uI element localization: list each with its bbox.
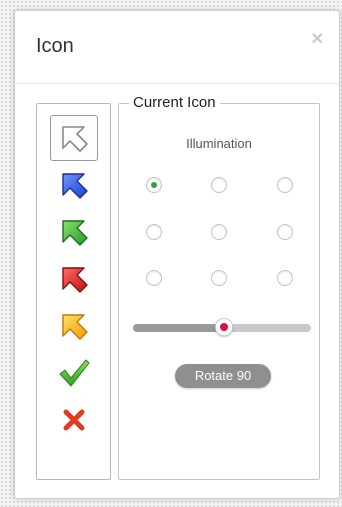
rotation-slider-thumb[interactable] bbox=[214, 318, 233, 336]
illumination-radio-bottom-right[interactable] bbox=[277, 270, 293, 286]
palette-item-pointer-green[interactable] bbox=[50, 209, 98, 255]
palette-item-pointer-white[interactable] bbox=[50, 115, 98, 161]
palette-item-checkmark[interactable] bbox=[50, 350, 98, 396]
illumination-radio-bottom-left[interactable] bbox=[146, 270, 162, 286]
current-icon-legend: Current Icon bbox=[129, 94, 220, 111]
pointer-yellow-icon bbox=[62, 314, 88, 340]
illumination-radio-bottom-center[interactable] bbox=[211, 270, 227, 286]
pointer-green-icon bbox=[62, 220, 88, 246]
palette-item-cross[interactable] bbox=[50, 397, 98, 443]
illumination-radio-top-center[interactable] bbox=[211, 177, 227, 193]
illumination-radio-middle-center[interactable] bbox=[211, 224, 227, 240]
pointer-white-icon bbox=[62, 126, 88, 152]
pointer-blue-icon bbox=[62, 173, 88, 199]
cross-icon bbox=[63, 409, 85, 431]
current-icon-fieldset: Current Icon Illumination Rotate 90 bbox=[118, 94, 320, 480]
dialog-title: Icon bbox=[36, 35, 74, 57]
dialog-header: Icon × bbox=[15, 11, 339, 84]
illumination-radio-middle-left[interactable] bbox=[146, 224, 162, 240]
close-icon[interactable]: × bbox=[311, 29, 323, 49]
rotation-slider[interactable] bbox=[133, 318, 311, 336]
illumination-radio-middle-right[interactable] bbox=[277, 224, 293, 240]
rotation-slider-fill bbox=[133, 324, 224, 332]
checkmark-icon bbox=[59, 359, 90, 387]
illumination-label: Illumination bbox=[186, 136, 252, 151]
illumination-radio-top-right[interactable] bbox=[277, 177, 293, 193]
palette-item-pointer-red[interactable] bbox=[50, 256, 98, 302]
palette-item-pointer-blue[interactable] bbox=[50, 162, 98, 208]
icon-palette bbox=[36, 103, 111, 480]
rotate-90-button[interactable]: Rotate 90 bbox=[175, 364, 271, 388]
illumination-radio-top-left[interactable] bbox=[146, 177, 162, 193]
palette-item-pointer-yellow[interactable] bbox=[50, 303, 98, 349]
icon-dialog: Icon × Current Icon Illumination Rotate … bbox=[14, 10, 340, 499]
pointer-red-icon bbox=[62, 267, 88, 293]
